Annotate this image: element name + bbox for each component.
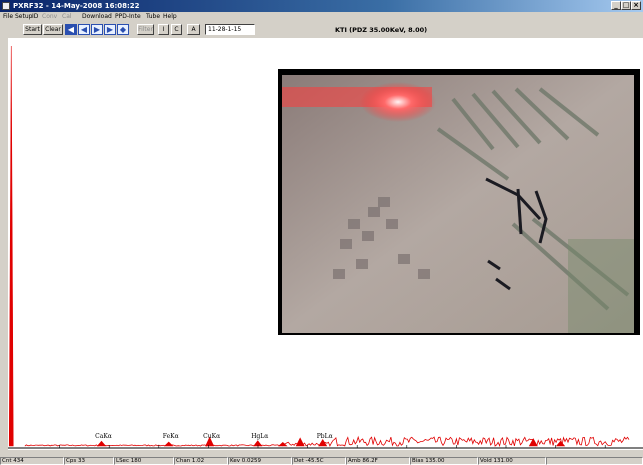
peak-annotation: CaKα — [95, 433, 112, 440]
sample-id-field[interactable]: 11-28-1-15 — [205, 24, 255, 35]
spectrum-peak — [555, 440, 566, 447]
menu-setup[interactable]: Setup — [15, 12, 32, 22]
peak-annotation: PbLα — [317, 433, 333, 440]
peak-annotation: HgLα — [251, 433, 268, 440]
status-cps: Cps 33 — [64, 457, 114, 465]
menu-cal[interactable]: Cal — [62, 12, 72, 22]
menu-tube[interactable]: Tube — [146, 12, 160, 22]
spectrum-peak — [96, 440, 107, 447]
camera-view — [278, 69, 640, 335]
filter-button[interactable]: Filter — [137, 24, 154, 35]
clear-button[interactable]: Clear — [43, 24, 63, 35]
peak-annotation: CuKα — [203, 433, 220, 440]
status-channel: Chan 1.02 — [174, 457, 228, 465]
last-spectrum-icon[interactable]: ▶ — [104, 24, 116, 35]
peak-annotation: FeKα — [163, 433, 179, 440]
status-detector: Det -45.5C — [292, 457, 346, 465]
menu-download[interactable]: Download — [82, 12, 112, 22]
spectrum-peak — [8, 45, 14, 447]
status-vold: Vold 131.00 — [478, 457, 546, 465]
next-spectrum-icon[interactable]: ▶ — [91, 24, 103, 35]
status-bar: Cnt 434 Cps 33 LSec 180 Chan 1.02 Kev 0.… — [0, 456, 643, 465]
spectrum-peak — [278, 441, 288, 447]
c-button[interactable]: C — [171, 24, 182, 35]
title-bar: PXRF32 - 14-May-2008 16:08:22 _ □ × — [0, 0, 643, 12]
overlay-icon[interactable]: ◆ — [117, 24, 129, 35]
spectrum-title: KTI (PDZ 35.00KeV, 8.00) — [335, 26, 428, 34]
window-title: PXRF32 - 14-May-2008 16:08:22 — [13, 2, 140, 10]
status-kev: Kev 0.0259 — [228, 457, 292, 465]
maximize-button[interactable]: □ — [621, 1, 631, 10]
minimize-button[interactable]: _ — [611, 1, 621, 10]
app-icon[interactable] — [2, 2, 10, 10]
toolbar: Start Clear ◀ ◀ ▶ ▶ ◆ Filter I C A 11-28… — [0, 22, 643, 37]
status-bias: Bias 135.00 — [410, 457, 478, 465]
prev-spectrum-icon[interactable]: ◀ — [78, 24, 90, 35]
camera-image — [282, 75, 634, 333]
spectrum-peak — [163, 441, 174, 447]
i-button[interactable]: I — [158, 24, 169, 35]
status-ambient: Amb 86.2F — [346, 457, 410, 465]
menu-bar: File Setup ID Conv Cal Download PPD-Inte… — [0, 12, 643, 22]
close-button[interactable]: × — [631, 1, 641, 10]
status-count: Cnt 434 — [0, 457, 64, 465]
a-button[interactable]: A — [187, 24, 200, 35]
menu-help[interactable]: Help — [163, 12, 177, 22]
status-empty — [546, 457, 643, 465]
first-spectrum-icon[interactable]: ◀ — [65, 24, 77, 35]
spectrum-peak — [295, 437, 305, 447]
menu-ppd-inte[interactable]: PPD-Inte — [115, 12, 141, 22]
start-button[interactable]: Start — [23, 24, 42, 35]
menu-conv[interactable]: Conv — [42, 12, 57, 22]
menu-id[interactable]: ID — [32, 12, 38, 22]
status-live-sec: LSec 180 — [114, 457, 174, 465]
menu-file[interactable]: File — [3, 12, 13, 22]
